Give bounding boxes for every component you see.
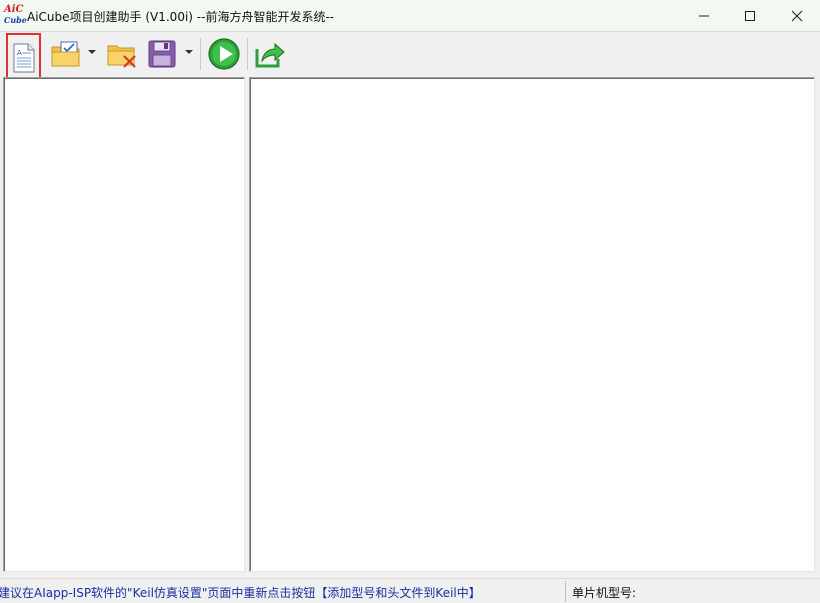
floppy-disk-icon bbox=[148, 40, 176, 68]
toolbar-separator bbox=[200, 38, 201, 70]
open-project-button[interactable] bbox=[48, 35, 84, 73]
minimize-icon bbox=[699, 15, 709, 17]
status-divider bbox=[565, 581, 566, 602]
export-button[interactable] bbox=[252, 35, 288, 73]
app-logo: AiC Cube bbox=[4, 4, 27, 27]
status-bar: 建议在AIapp-ISP软件的"Keil仿真设置"页面中重新点击按钮【添加型号和… bbox=[0, 578, 820, 603]
run-button[interactable] bbox=[205, 35, 243, 73]
minimize-button[interactable] bbox=[681, 0, 727, 32]
svg-text:A: A bbox=[17, 49, 22, 57]
title-bar: AiC Cube AiCube项目创建助手 (V1.00i) --前海方舟智能开… bbox=[0, 0, 820, 32]
close-project-button[interactable] bbox=[104, 35, 140, 73]
new-document-icon: A bbox=[13, 43, 34, 73]
maximize-icon bbox=[745, 11, 755, 21]
status-message: 建议在AIapp-ISP软件的"Keil仿真设置"页面中重新点击按钮【添加型号和… bbox=[0, 586, 481, 600]
close-button[interactable] bbox=[774, 0, 820, 32]
open-project-dropdown-arrow[interactable] bbox=[88, 50, 96, 54]
app-logo-line2: Cube bbox=[4, 15, 27, 25]
project-tree-panel[interactable] bbox=[3, 77, 245, 572]
new-project-button[interactable]: A bbox=[6, 33, 41, 83]
window-title: AiCube项目创建助手 (V1.00i) --前海方舟智能开发系统-- bbox=[27, 10, 335, 24]
green-play-icon bbox=[208, 38, 240, 70]
open-folder-check-icon bbox=[51, 41, 80, 67]
toolbar: A bbox=[0, 33, 820, 83]
green-share-arrow-icon bbox=[255, 42, 285, 68]
close-icon bbox=[791, 10, 803, 22]
folder-delete-icon bbox=[107, 45, 136, 68]
app-logo-line1: AiC bbox=[4, 4, 24, 15]
save-project-dropdown-arrow[interactable] bbox=[185, 50, 193, 54]
maximize-button[interactable] bbox=[727, 0, 773, 32]
mcu-model-label: 单片机型号: bbox=[572, 586, 637, 600]
toolbar-separator bbox=[247, 38, 248, 70]
content-panel[interactable] bbox=[249, 77, 815, 572]
save-project-button[interactable] bbox=[144, 35, 180, 73]
